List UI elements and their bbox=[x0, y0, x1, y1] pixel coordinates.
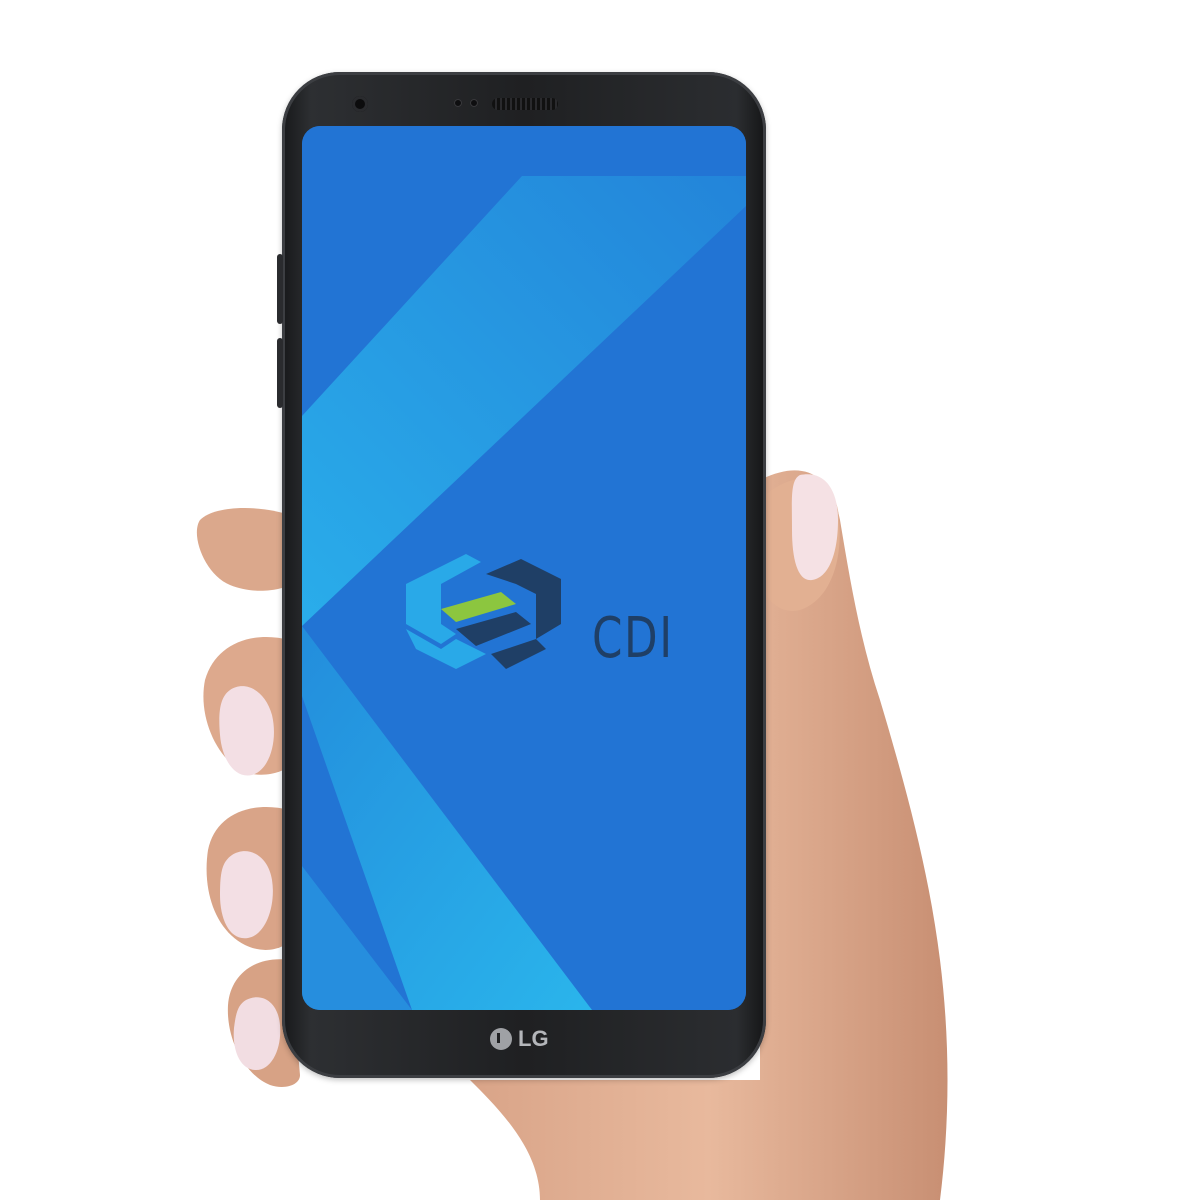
smartphone: CDI LG bbox=[277, 72, 766, 1078]
volume-up-button[interactable] bbox=[277, 254, 283, 324]
phone-brand-logo: LG bbox=[490, 1026, 549, 1052]
earpiece-speaker-icon bbox=[492, 98, 558, 110]
front-camera-icon bbox=[352, 96, 368, 112]
sensor-icon bbox=[470, 99, 478, 107]
phone-brand-label: LG bbox=[518, 1026, 549, 1051]
volume-down-button[interactable] bbox=[277, 338, 283, 408]
lg-logo-icon bbox=[490, 1028, 512, 1050]
cdi-logo-icon bbox=[406, 554, 561, 669]
app-name: CDI bbox=[592, 606, 674, 671]
product-mockup: CDI LG bbox=[0, 0, 1200, 1200]
sensor-icon bbox=[454, 99, 462, 107]
app-splash-screen[interactable]: CDI bbox=[302, 126, 746, 1010]
